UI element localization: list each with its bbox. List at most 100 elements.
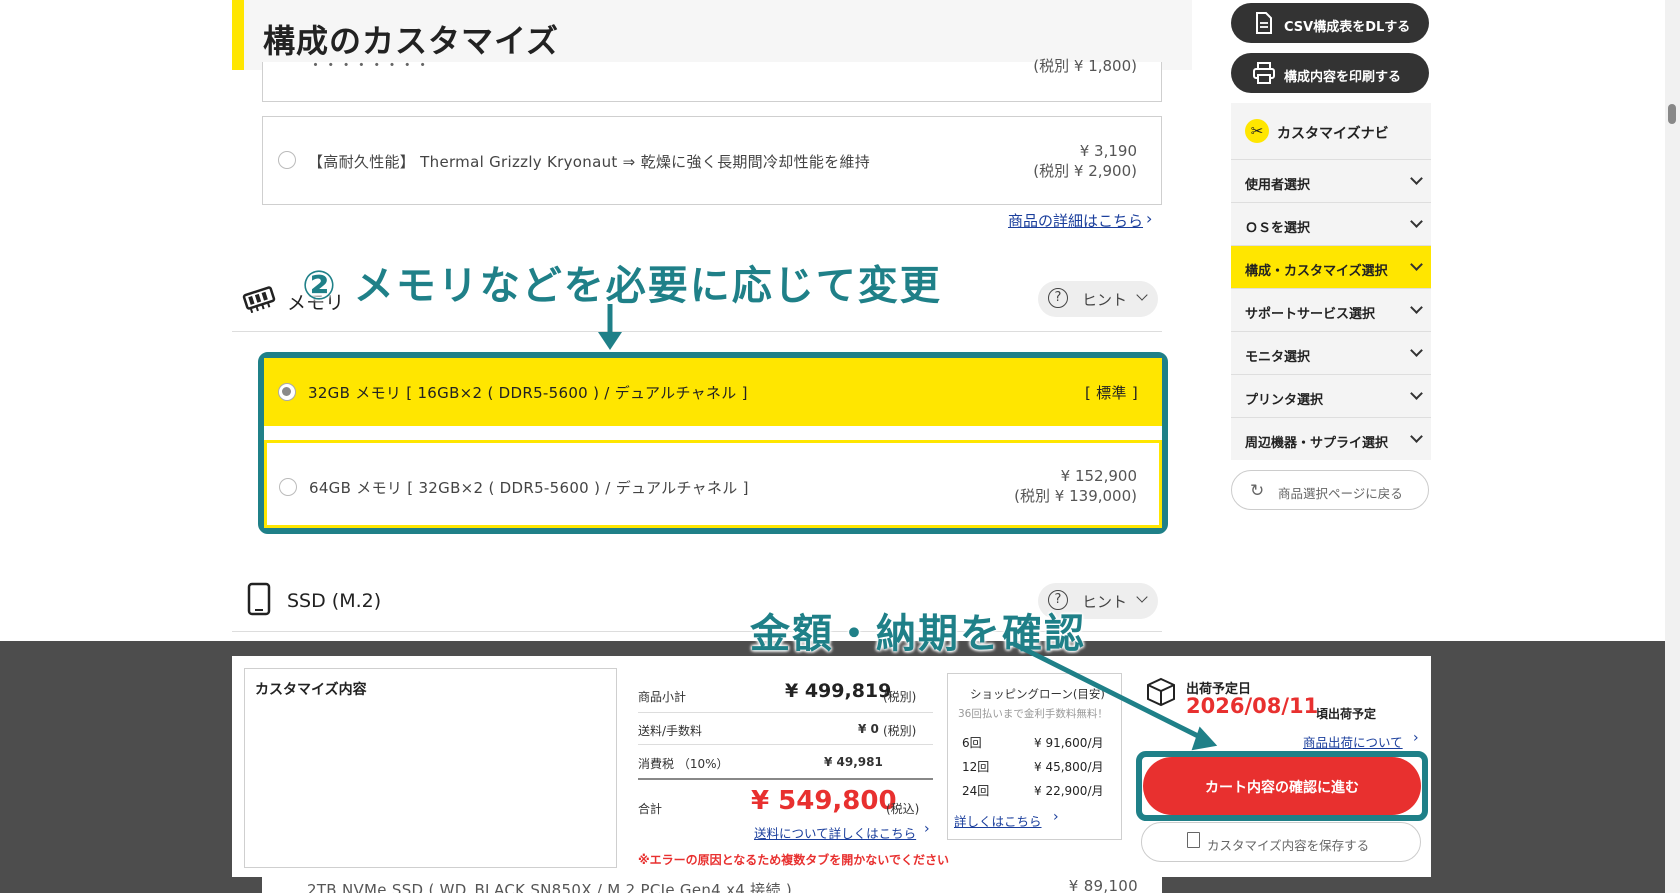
navi-item[interactable]: モニタ選択 [1231, 331, 1431, 374]
chevron-right-icon: › [924, 821, 930, 837]
navi-item-label: サポートサービス選択 [1245, 307, 1376, 322]
navi-item-label: 周辺機器・サプライ選択 [1245, 436, 1389, 451]
navi-item-label: 使用者選択 [1245, 178, 1311, 193]
thermal-option-card-partial[interactable]: ・・・・・・・・ (税別 ¥ 1,800) [262, 56, 1162, 102]
memory-option-64gb-price: ¥ 152,900 [1060, 467, 1137, 485]
memory-option-64gb-price-tax: (税別 ¥ 139,000) [1014, 487, 1137, 505]
customize-contents-box: カスタマイズ内容 [244, 668, 617, 868]
loan-row: 12回 ¥ 45,800/月 [962, 755, 1112, 779]
thermal-option-label: 【高耐久性能】 Thermal Grizzly Kryonaut ⇒ 乾燥に強く… [308, 153, 871, 171]
navi-item[interactable]: サポートサービス選択 [1231, 288, 1431, 331]
back-to-products-button[interactable]: ↻ 商品選択ページに戻る [1231, 470, 1429, 510]
csv-download-button[interactable]: CSV構成表をDLする [1231, 3, 1429, 43]
loan-amount: ¥ 45,800/月 [1034, 760, 1104, 774]
memory-hint-label: ヒント [1082, 291, 1128, 309]
proceed-to-cart-button[interactable]: カート内容の確認に進む [1143, 757, 1421, 815]
chevron-right-icon: › [1146, 209, 1153, 228]
shipping-value: ¥ 0 [858, 722, 879, 736]
section-header-accent [232, 0, 244, 70]
chevron-down-icon [1410, 430, 1423, 443]
chevron-down-icon [1410, 172, 1423, 185]
ssd-option-peek-price: ¥ 89,100 [1068, 877, 1138, 893]
ssd-section-title: SSD (M.2) [287, 590, 382, 612]
print-config-button[interactable]: 構成内容を印刷する [1231, 53, 1429, 93]
memory-option-standard-label: 32GB メモリ [ 16GB×2 ( DDR5-5600 ) / デュアルチャ… [308, 384, 748, 402]
chevron-down-icon [1410, 344, 1423, 357]
total-value: ¥ 549,800 [751, 786, 897, 816]
csv-download-label: CSV構成表をDLする [1284, 20, 1411, 35]
save-customize-button[interactable]: カスタマイズ内容を保存する [1141, 822, 1421, 862]
navi-item[interactable]: 使用者選択 [1231, 159, 1431, 202]
tools-icon: ✂ [1245, 119, 1269, 143]
print-config-label: 構成内容を印刷する [1284, 70, 1402, 85]
navi-item[interactable]: ＯＳを選択 [1231, 202, 1431, 245]
csv-file-icon [1256, 12, 1272, 34]
thermal-option-price-tax: (税別 ¥ 2,900) [1033, 162, 1137, 180]
loan-row: 24回 ¥ 22,900/月 [962, 779, 1112, 803]
chevron-down-icon [1410, 301, 1423, 314]
thermal-option-price-block: ¥ 3,190 (税別 ¥ 2,900) [1033, 141, 1137, 181]
shipping-info-link[interactable]: 送料について詳しくはこちら [754, 823, 916, 842]
navi-item-label: プリンタ選択 [1245, 393, 1324, 408]
chevron-down-icon [1136, 289, 1148, 301]
tax-value: ¥ 49,981 [824, 755, 883, 769]
thermal-option-radio[interactable] [278, 151, 296, 169]
divider [638, 744, 933, 745]
total-label: 合計 [638, 802, 663, 816]
memory-option-64gb-radio[interactable] [279, 478, 297, 496]
chevron-right-icon: › [1413, 730, 1419, 746]
ssd-option-peek-label: 2TB NVMe SSD ( WD_BLACK SN850X / M.2 PCI… [307, 881, 792, 893]
navi-item-label: モニタ選択 [1245, 350, 1311, 365]
printer-icon [1253, 62, 1275, 84]
ssd-hint-label: ヒント [1082, 593, 1128, 611]
thermal-option-card[interactable]: 【高耐久性能】 Thermal Grizzly Kryonaut ⇒ 乾燥に強く… [262, 116, 1162, 205]
tax-label: 消費税 （10%） [638, 757, 729, 771]
memory-section-divider [232, 331, 1162, 332]
down-arrow-annotation [598, 304, 622, 350]
refresh-icon: ↻ [1250, 481, 1265, 501]
diagonal-arrow-annotation [1012, 641, 1218, 751]
total-note: (税込) [886, 802, 920, 816]
chevron-down-icon [1410, 387, 1423, 400]
page-scrollbar-thumb[interactable] [1668, 104, 1676, 124]
save-customize-label: カスタマイズ内容を保存する [1207, 838, 1370, 853]
thermal-detail-link[interactable]: 商品の詳細はこちら [1008, 210, 1143, 231]
ssd-option-peek: 2TB NVMe SSD ( WD_BLACK SN850X / M.2 PCI… [262, 877, 1162, 893]
multi-tab-warning: ※エラーの原因となるため複数タブを開かないでください [638, 853, 949, 867]
back-to-products-label: 商品選択ページに戻る [1278, 486, 1403, 501]
subtotal-label: 商品小計 [638, 690, 687, 704]
memory-option-standard[interactable]: 32GB メモリ [ 16GB×2 ( DDR5-5600 ) / デュアルチャ… [264, 358, 1162, 426]
customize-contents-title: カスタマイズ内容 [255, 682, 367, 698]
shipment-info-link[interactable]: 商品出荷について [1303, 732, 1403, 751]
navi-item[interactable]: 周辺機器・サプライ選択 [1231, 417, 1431, 460]
memory-option-64gb-label: 64GB メモリ [ 32GB×2 ( DDR5-5600 ) / デュアルチャ… [309, 479, 749, 497]
proceed-to-cart-label: カート内容の確認に進む [1205, 780, 1359, 796]
ssd-icon [247, 582, 271, 616]
navi-item[interactable]: プリンタ選択 [1231, 374, 1431, 417]
shipment-suffix: 頃出荷予定 [1316, 707, 1377, 721]
loan-detail-link[interactable]: 詳しくはこちら [954, 811, 1042, 830]
divider [638, 778, 933, 780]
chevron-right-icon: › [1053, 809, 1059, 825]
navi-title: カスタマイズナビ [1277, 126, 1389, 142]
memory-hint-button[interactable]: ? ヒント [1038, 281, 1158, 317]
chevron-down-icon [1410, 215, 1423, 228]
navi-item-label: ＯＳを選択 [1245, 221, 1311, 236]
navi-item[interactable]: 構成・カスタマイズ選択 [1231, 245, 1431, 288]
loan-count: 6回 [962, 736, 982, 750]
memory-option-standard-tag: [ 標準 ] [1084, 384, 1138, 402]
document-icon [1187, 832, 1200, 848]
navi-header: ✂ カスタマイズナビ [1231, 103, 1431, 159]
thermal-option-price: ¥ 3,190 [1079, 142, 1137, 160]
chevron-down-icon [1136, 591, 1148, 603]
question-circle-icon: ? [1048, 288, 1068, 308]
memory-option-64gb[interactable]: 64GB メモリ [ 32GB×2 ( DDR5-5600 ) / デュアルチャ… [264, 440, 1162, 528]
thermal-option-partial-price: (税別 ¥ 1,800) [1033, 57, 1137, 75]
loan-count: 24回 [962, 784, 990, 798]
memory-chip-icon [242, 286, 276, 313]
memory-option-standard-radio[interactable] [278, 383, 296, 401]
page-scrollbar[interactable] [1665, 0, 1680, 893]
loan-amount: ¥ 22,900/月 [1034, 784, 1104, 798]
shipping-label: 送料/手数料 [638, 724, 703, 738]
thermal-option-partial-label: ・・・・・・・・ [308, 56, 431, 74]
